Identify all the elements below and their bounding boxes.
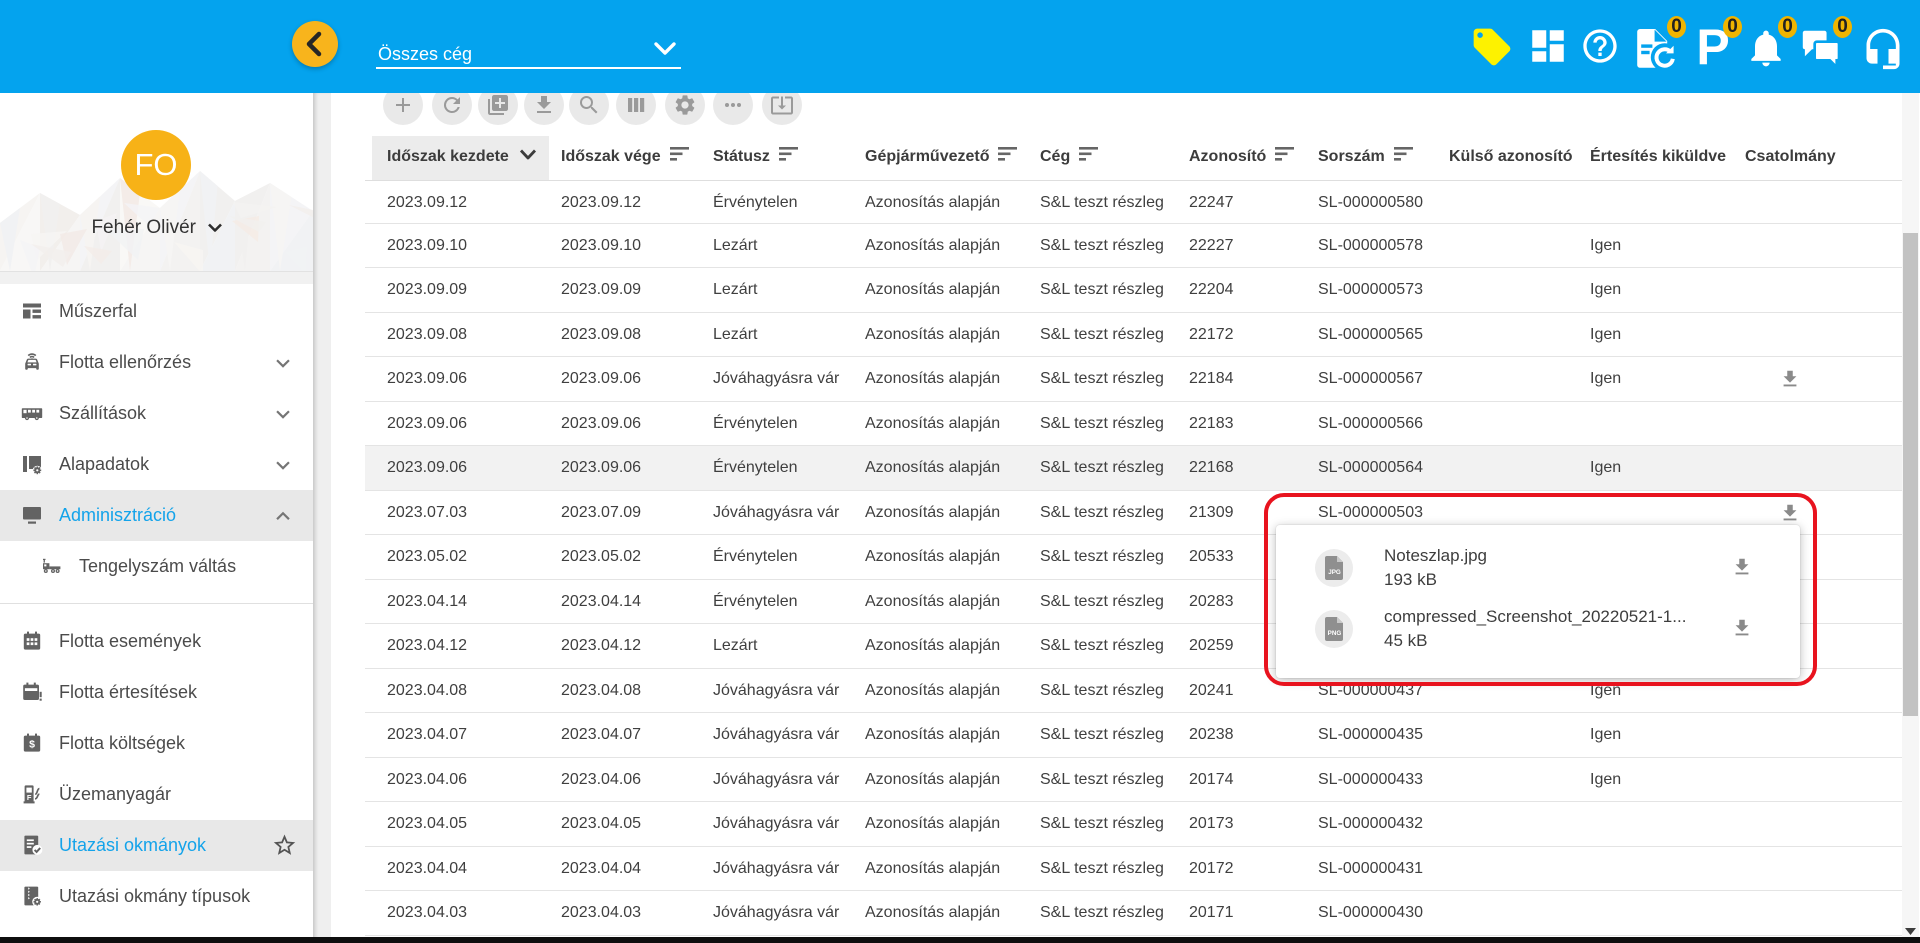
svg-text:$: $ xyxy=(29,739,35,751)
svg-text:F: F xyxy=(27,793,32,802)
